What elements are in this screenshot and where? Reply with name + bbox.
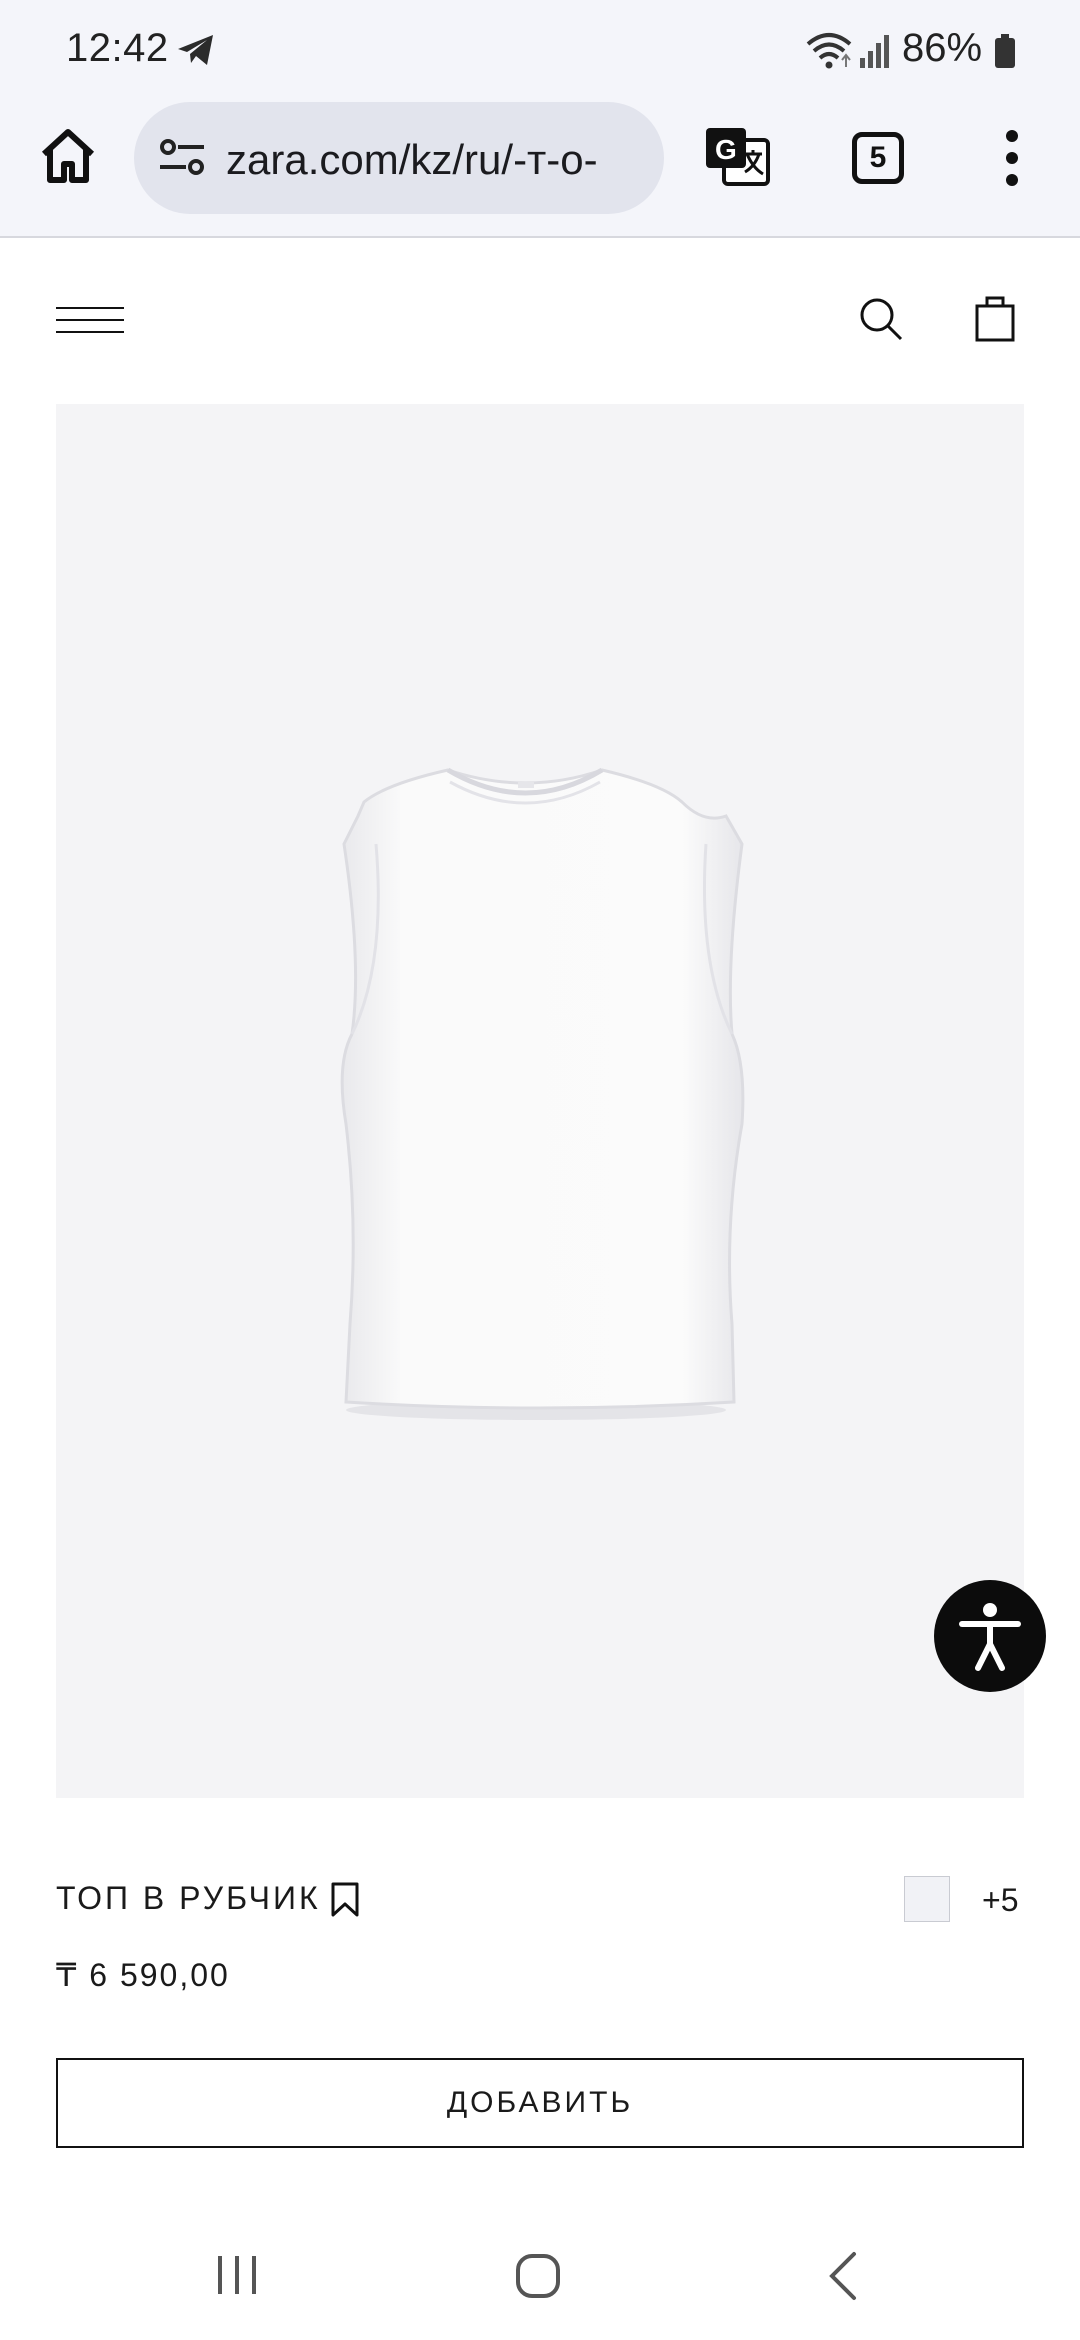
- system-nav-bar: [0, 2216, 1080, 2340]
- product-photo: [340, 767, 745, 1420]
- bookmark-icon[interactable]: [330, 1882, 360, 1918]
- browser-toolbar: zara.com/kz/ru/-т-о- G 5: [0, 92, 1080, 238]
- status-bar: 12:42 86%: [0, 0, 1080, 92]
- product-image[interactable]: [56, 404, 1024, 1798]
- tab-switcher-icon[interactable]: 5: [852, 132, 904, 184]
- menu-icon[interactable]: [56, 300, 124, 340]
- url-text[interactable]: zara.com/kz/ru/-т-о-: [226, 136, 646, 184]
- svg-text:G: G: [715, 134, 737, 165]
- accessibility-icon: [959, 1603, 1021, 1671]
- color-swatch[interactable]: [904, 1876, 950, 1922]
- shopping-bag-icon[interactable]: [974, 294, 1016, 342]
- telegram-icon: [178, 35, 213, 65]
- home-icon[interactable]: [38, 126, 98, 186]
- tab-count: 5: [869, 141, 887, 174]
- add-to-cart-button[interactable]: ДОБАВИТЬ: [56, 2058, 1024, 2148]
- address-bar[interactable]: zara.com/kz/ru/-т-о-: [134, 102, 664, 214]
- status-time: 12:42: [66, 26, 169, 70]
- more-colors-count[interactable]: +5: [982, 1882, 1018, 1919]
- overflow-menu-icon[interactable]: [1000, 128, 1024, 188]
- battery-percent: 86%: [902, 26, 983, 70]
- site-settings-icon[interactable]: [158, 138, 206, 178]
- product-name[interactable]: ТОП В РУБЧИК: [56, 1880, 321, 1917]
- translate-icon[interactable]: G: [704, 124, 770, 190]
- battery-icon: [995, 34, 1015, 68]
- signal-icon: [860, 35, 889, 68]
- recent-apps-icon[interactable]: [214, 2252, 260, 2298]
- home-button-icon[interactable]: [514, 2252, 562, 2300]
- wifi-icon: [806, 33, 852, 69]
- search-icon[interactable]: [858, 296, 904, 342]
- accessibility-button[interactable]: [934, 1580, 1046, 1692]
- product-price: ₸ 6 590,00: [56, 1957, 230, 1993]
- back-icon[interactable]: [826, 2250, 858, 2302]
